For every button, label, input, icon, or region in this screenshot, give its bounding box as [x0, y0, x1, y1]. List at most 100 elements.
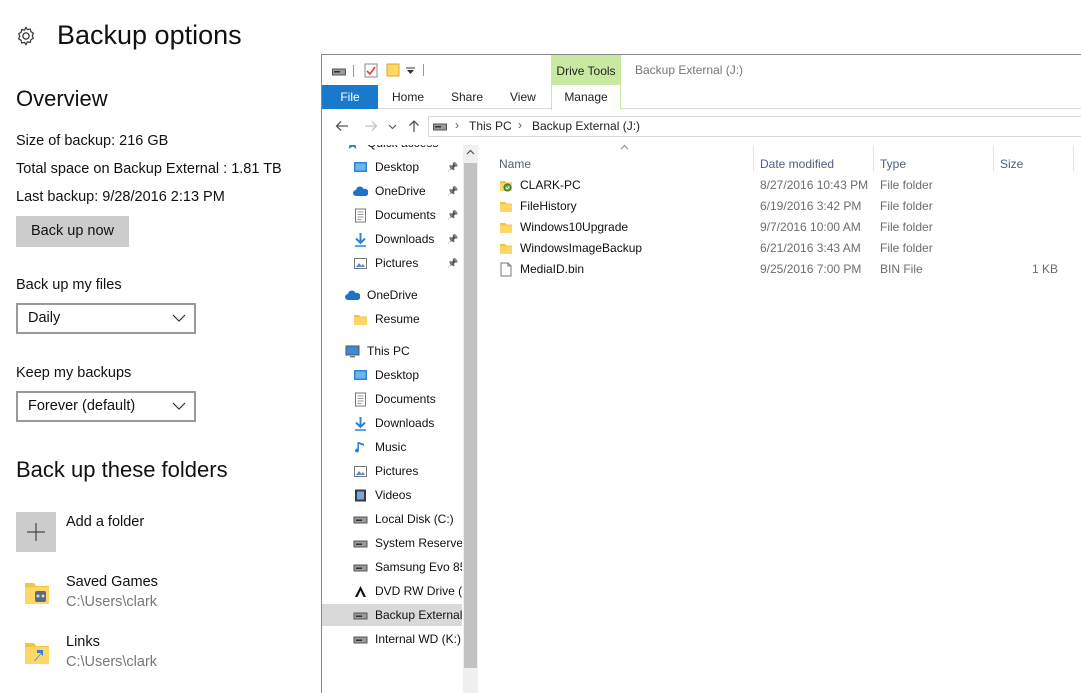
backup-frequency-label: Back up my files — [16, 277, 122, 293]
backup-size-text: Size of backup: 216 GB — [16, 133, 169, 149]
folder-name-saved-games[interactable]: Saved Games — [66, 574, 158, 590]
nav-item-dvd-rw-drive-f[interactable]: DVD RW Drive (F — [322, 580, 462, 602]
column-divider[interactable] — [1073, 145, 1074, 171]
file-type: File folder — [880, 178, 933, 192]
pictures-icon — [353, 464, 368, 479]
pin-icon[interactable]: 📌 — [447, 228, 458, 250]
nav-item-documents[interactable]: Documents — [322, 388, 462, 410]
add-folder-button[interactable] — [16, 512, 56, 552]
dvd-icon — [353, 584, 368, 599]
back-arrow-icon[interactable] — [334, 118, 350, 134]
add-folder-label[interactable]: Add a folder — [66, 514, 144, 530]
tab-home[interactable]: Home — [392, 85, 424, 109]
nav-item-downloads[interactable]: Downloads — [322, 412, 462, 434]
column-divider[interactable] — [753, 145, 754, 171]
nav-item-label: Videos — [375, 488, 412, 502]
drive-icon — [353, 608, 368, 623]
drive-icon — [433, 123, 447, 131]
scrollbar-thumb[interactable] — [464, 163, 477, 668]
last-backup-text: Last backup: 9/28/2016 2:13 PM — [16, 189, 225, 205]
nav-item-backup-external[interactable]: Backup External — [322, 604, 462, 626]
links-folder-icon — [25, 643, 49, 664]
breadcrumb-backup-external[interactable]: Backup External (J:) — [532, 119, 640, 133]
recent-locations-chevron-icon[interactable] — [388, 122, 397, 131]
chevron-down-icon — [172, 314, 186, 322]
folder-icon — [499, 199, 513, 214]
videos-icon — [353, 488, 368, 503]
properties-icon[interactable] — [364, 63, 378, 78]
address-field[interactable]: › This PC › Backup External (J:) — [428, 116, 1081, 137]
nav-item-pictures[interactable]: Pictures — [322, 460, 462, 482]
file-type: File folder — [880, 220, 933, 234]
nav-item-samsung-evo-850[interactable]: Samsung Evo 850 — [322, 556, 462, 578]
pin-icon[interactable]: 📌 — [447, 204, 458, 226]
nav-item-local-disk-c[interactable]: Local Disk (C:) — [322, 508, 462, 530]
tab-manage[interactable]: Manage — [551, 85, 621, 110]
nav-item-label: Downloads — [375, 232, 435, 246]
column-header-type[interactable]: Type — [880, 157, 906, 171]
file-date-modified: 9/7/2016 10:00 AM — [760, 220, 861, 234]
saved-games-folder-icon — [25, 583, 49, 604]
gear-icon — [18, 26, 34, 46]
nav-item-desktop[interactable]: Desktop — [322, 364, 462, 386]
breadcrumb-separator: › — [455, 118, 459, 132]
file-type: BIN File — [880, 262, 923, 276]
pin-icon[interactable]: 📌 — [447, 252, 458, 274]
folder-path-links: C:\Users\clark — [66, 654, 158, 670]
breadcrumb-this-pc[interactable]: This PC — [469, 119, 512, 133]
column-divider[interactable] — [993, 145, 994, 171]
new-folder-icon[interactable] — [386, 63, 400, 77]
nav-item-downloads[interactable]: Downloads 📌 — [322, 228, 462, 250]
back-up-now-button[interactable]: Back up now — [16, 216, 129, 247]
desktop-icon — [353, 368, 368, 383]
tab-file[interactable]: File — [322, 85, 378, 109]
nav-item-label: Quick access — [367, 145, 438, 154]
file-name: MediaID.bin — [520, 262, 585, 276]
column-divider[interactable] — [873, 145, 874, 171]
backup-frequency-dropdown[interactable]: Daily — [16, 303, 196, 334]
tab-share[interactable]: Share — [451, 85, 483, 109]
title-bar: Drive Tools Backup External (J:) — [322, 55, 1081, 85]
nav-item-label: Samsung Evo 850 — [375, 560, 462, 574]
nav-item-this-pc[interactable]: This PC — [322, 340, 462, 362]
folder-name-links[interactable]: Links — [66, 634, 100, 650]
file-date-modified: 6/21/2016 3:43 AM — [760, 241, 861, 255]
nav-item-quick-access[interactable]: Quick access — [322, 145, 462, 154]
keep-backups-value: Forever (default) — [28, 398, 136, 414]
column-header-size[interactable]: Size — [1000, 157, 1023, 171]
nav-item-videos[interactable]: Videos — [322, 484, 462, 506]
column-header-date[interactable]: Date modified — [760, 157, 834, 171]
scroll-up-icon[interactable] — [466, 148, 475, 157]
nav-item-label: Pictures — [375, 464, 419, 478]
chevron-down-icon — [172, 402, 186, 410]
column-header-name[interactable]: Name — [499, 157, 531, 171]
file-row[interactable]: Windows10Upgrade 9/7/2016 10:00 AM File fo… — [493, 217, 1081, 238]
file-name: FileHistory — [520, 199, 577, 213]
nav-item-internal-wd-k[interactable]: Internal WD (K:) — [322, 628, 462, 650]
nav-item-resume[interactable]: Resume — [322, 308, 462, 330]
nav-scrollbar[interactable] — [463, 145, 478, 693]
file-row[interactable]: WindowsImageBackup 6/21/2016 3:43 AM File … — [493, 238, 1081, 259]
keep-backups-dropdown[interactable]: Forever (default) — [16, 391, 196, 422]
tab-view[interactable]: View — [510, 85, 536, 109]
nav-item-onedrive[interactable]: OneDrive — [322, 284, 462, 306]
page-title: Backup options — [57, 20, 242, 50]
nav-item-pictures[interactable]: Pictures 📌 — [322, 252, 462, 274]
up-arrow-icon[interactable] — [406, 118, 422, 134]
nav-item-documents[interactable]: Documents 📌 — [322, 204, 462, 226]
nav-item-system-reserved[interactable]: System Reserved — [322, 532, 462, 554]
file-explorer-window: Drive Tools Backup External (J:) File Ho… — [321, 54, 1081, 693]
forward-arrow-icon[interactable] — [363, 118, 379, 134]
nav-item-onedrive[interactable]: OneDrive 📌 — [322, 180, 462, 202]
pin-icon[interactable]: 📌 — [447, 180, 458, 202]
file-size: 1 KB — [1031, 262, 1058, 276]
file-row[interactable]: CLARK-PC 8/27/2016 10:43 PM File folder — [493, 175, 1081, 196]
file-row[interactable]: FileHistory 6/19/2016 3:42 PM File folder — [493, 196, 1081, 217]
file-row[interactable]: MediaID.bin 9/25/2016 7:00 PM BIN File 1 KB — [493, 259, 1081, 280]
nav-item-label: Documents — [375, 208, 436, 222]
nav-item-music[interactable]: Music — [322, 436, 462, 458]
pin-icon[interactable]: 📌 — [447, 156, 458, 178]
drive-icon — [353, 560, 368, 575]
customize-toolbar-icon[interactable] — [406, 67, 415, 75]
nav-item-desktop[interactable]: Desktop 📌 — [322, 156, 462, 178]
